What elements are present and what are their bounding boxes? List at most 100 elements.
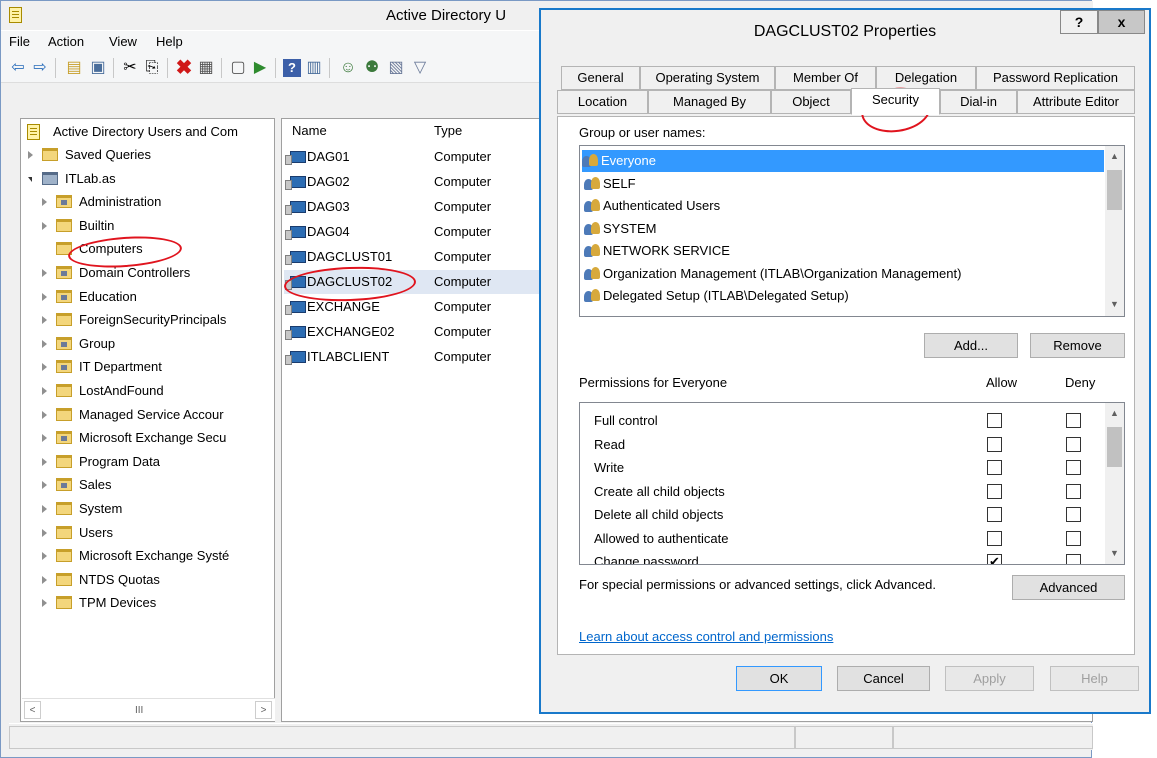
computer-row[interactable]: DAG03 Computer xyxy=(284,195,544,219)
expand-icon[interactable] xyxy=(42,552,47,561)
deny-checkbox[interactable] xyxy=(1066,460,1081,475)
expand-icon[interactable] xyxy=(42,387,47,395)
column-header-name[interactable]: Name xyxy=(292,123,327,138)
back-icon[interactable]: ⇦ xyxy=(9,59,27,77)
expand-icon[interactable] xyxy=(28,151,33,159)
expand-icon[interactable] xyxy=(42,363,47,372)
forward-icon[interactable]: ⇨ xyxy=(31,59,49,77)
tab-object[interactable]: Object xyxy=(771,90,851,114)
allow-checkbox[interactable] xyxy=(987,460,1002,475)
new-group-icon[interactable]: ⚉ xyxy=(363,59,381,77)
delete-icon[interactable]: ✖ xyxy=(175,58,193,78)
advanced-button[interactable]: Advanced xyxy=(1012,575,1125,600)
scroll-thumb-grip[interactable]: III xyxy=(135,705,143,716)
scroll-down-icon[interactable]: ▼ xyxy=(1107,545,1122,562)
expand-icon[interactable] xyxy=(42,457,47,466)
deny-checkbox[interactable] xyxy=(1066,436,1081,452)
expand-icon[interactable] xyxy=(42,221,47,230)
expand-icon[interactable] xyxy=(42,528,47,537)
tab-password-replication[interactable]: Password Replication xyxy=(976,66,1135,90)
allow-checkbox[interactable]: ✔ xyxy=(987,554,1002,564)
expand-icon[interactable] xyxy=(42,481,47,490)
expand-icon[interactable] xyxy=(42,339,47,348)
expand-icon[interactable] xyxy=(42,292,47,301)
expand-icon[interactable] xyxy=(42,269,47,277)
expand-icon[interactable] xyxy=(42,575,47,584)
group-item[interactable]: Delegated Setup (ITLAB\Delegated Setup) xyxy=(584,285,1104,307)
deny-checkbox[interactable] xyxy=(1066,530,1081,546)
scroll-right-button[interactable]: > xyxy=(255,701,272,719)
tab-general[interactable]: General xyxy=(561,66,640,90)
menu-action[interactable]: Action xyxy=(48,34,84,49)
properties-icon[interactable]: ▦ xyxy=(197,59,215,77)
expand-icon[interactable] xyxy=(42,410,47,419)
console-tree[interactable]: Active Directory Users and Com Saved Que… xyxy=(20,118,275,722)
group-item[interactable]: Everyone xyxy=(582,150,1104,172)
tab-dial-in[interactable]: Dial-in xyxy=(940,90,1017,114)
tab-location[interactable]: Location xyxy=(557,90,648,114)
cut-icon[interactable]: ✂ xyxy=(121,59,139,77)
scroll-left-button[interactable]: < xyxy=(24,701,41,719)
refresh-icon[interactable]: ▢ xyxy=(229,59,247,77)
menu-file[interactable]: File xyxy=(9,34,30,49)
remove-button[interactable]: Remove xyxy=(1030,333,1125,358)
allow-checkbox[interactable] xyxy=(987,507,1002,522)
expand-icon[interactable] xyxy=(42,316,47,325)
tab-security[interactable]: Security xyxy=(851,88,940,115)
apply-button[interactable]: Apply xyxy=(945,666,1034,691)
tab-managed-by[interactable]: Managed By xyxy=(648,90,771,114)
computer-row[interactable]: DAGCLUST01 Computer xyxy=(284,245,544,269)
tab-operating-system[interactable]: Operating System xyxy=(640,66,775,90)
deny-checkbox[interactable] xyxy=(1066,507,1081,522)
computer-row[interactable]: DAG02 Computer xyxy=(284,170,544,194)
ok-button[interactable]: OK xyxy=(736,666,822,691)
tab-member-of[interactable]: Member Of xyxy=(775,66,876,90)
group-item[interactable]: Organization Management (ITLAB\Organizat… xyxy=(584,263,1104,285)
cancel-button[interactable]: Cancel xyxy=(837,666,930,691)
collapse-icon[interactable] xyxy=(28,176,32,182)
deny-checkbox[interactable] xyxy=(1066,483,1081,499)
column-header-type[interactable]: Type xyxy=(434,123,462,138)
group-item[interactable]: NETWORK SERVICE xyxy=(584,240,1104,262)
access-control-help-link[interactable]: Learn about access control and permissio… xyxy=(579,629,833,644)
help-toolbar-icon[interactable]: ? xyxy=(283,59,301,77)
filter-icon[interactable]: ▽ xyxy=(411,59,429,77)
deny-checkbox[interactable] xyxy=(1066,554,1081,564)
permissions-list[interactable]: Full control Read Write Create all child ob… xyxy=(579,402,1125,565)
allow-checkbox[interactable] xyxy=(987,413,1002,428)
expand-icon[interactable] xyxy=(42,599,47,608)
group-list-scrollbar[interactable]: ▲ ▼ xyxy=(1105,146,1124,316)
add-button[interactable]: Add... xyxy=(924,333,1018,358)
group-item[interactable]: SELF xyxy=(584,173,1104,195)
group-item[interactable]: SYSTEM xyxy=(584,218,1104,240)
scroll-up-icon[interactable]: ▲ xyxy=(1107,148,1122,165)
allow-checkbox[interactable] xyxy=(987,436,1002,452)
export-list-icon[interactable]: ▶ xyxy=(251,59,269,77)
group-item[interactable]: Authenticated Users xyxy=(584,195,1104,217)
menu-view[interactable]: View xyxy=(109,34,137,49)
computer-row[interactable]: DAG01 Computer xyxy=(284,145,544,169)
help-button[interactable]: Help xyxy=(1050,666,1139,691)
scroll-thumb[interactable] xyxy=(1107,170,1122,210)
copy-icon[interactable]: ⎘ xyxy=(143,59,161,77)
expand-icon[interactable] xyxy=(42,434,47,443)
new-user-icon[interactable]: ☺ xyxy=(339,59,357,77)
permissions-scrollbar[interactable]: ▲ ▼ xyxy=(1105,403,1124,564)
dialog-close-button[interactable]: x xyxy=(1098,10,1145,34)
tab-attribute-editor[interactable]: Attribute Editor xyxy=(1017,90,1135,114)
deny-checkbox[interactable] xyxy=(1066,413,1081,428)
computer-row[interactable]: ITLABCLIENT Computer xyxy=(284,345,544,369)
new-ou-icon[interactable]: ▧ xyxy=(387,59,405,77)
tree-horizontal-scrollbar[interactable]: < III > xyxy=(22,698,275,721)
allow-checkbox[interactable] xyxy=(987,530,1002,546)
expand-icon[interactable] xyxy=(42,505,47,513)
allow-checkbox[interactable] xyxy=(987,483,1002,499)
menu-help[interactable]: Help xyxy=(156,34,183,49)
group-user-list[interactable]: Everyone SELF Authenticated Users SYSTEM NET… xyxy=(579,145,1125,317)
scroll-up-icon[interactable]: ▲ xyxy=(1107,405,1122,422)
dialog-help-button[interactable]: ? xyxy=(1060,10,1098,34)
computer-row[interactable]: DAG04 Computer xyxy=(284,220,544,244)
expand-icon[interactable] xyxy=(42,198,47,207)
show-console-tree-icon[interactable]: ▣ xyxy=(89,59,107,77)
scroll-thumb[interactable] xyxy=(1107,427,1122,467)
